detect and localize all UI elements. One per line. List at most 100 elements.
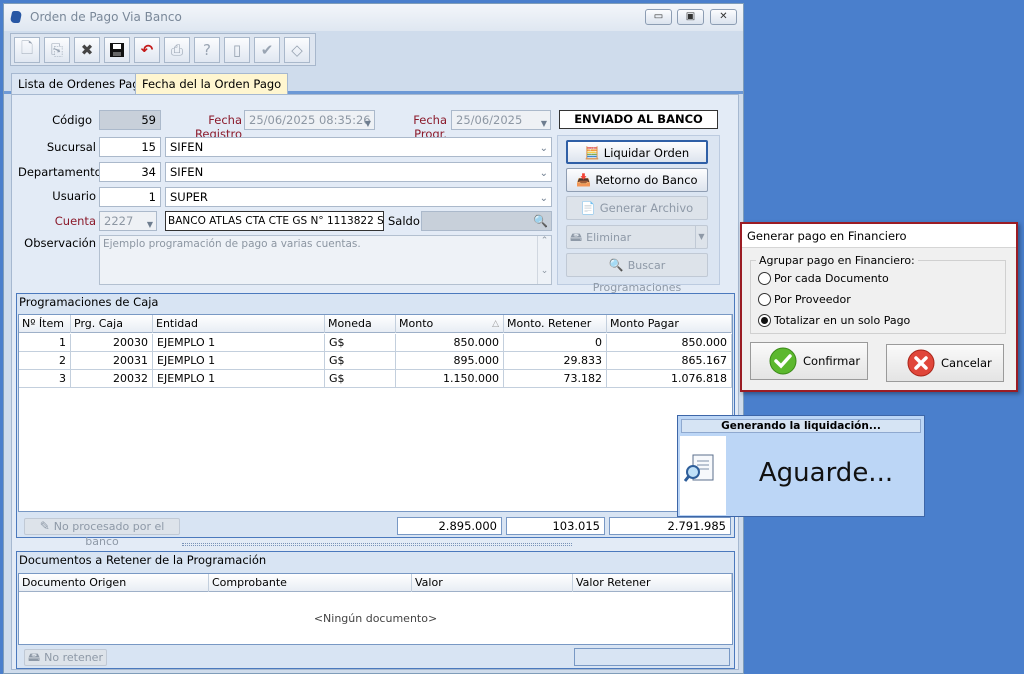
fecha-registro-field[interactable]: 25/06/2025 08:35:26 ▼	[244, 110, 375, 130]
new-icon[interactable]: 🗋	[14, 37, 40, 63]
cell-retener: 0	[504, 334, 607, 352]
col-header[interactable]: Documento Origen	[19, 574, 209, 592]
table-row[interactable]: 2 20031 EJEMPLO 1 G$ 895.000 29.833 865.…	[19, 352, 732, 370]
sort-icon: △	[492, 319, 499, 329]
option-totalizar[interactable]: Totalizar en un solo Pago	[756, 313, 996, 329]
radio-button[interactable]	[758, 293, 771, 306]
col-header[interactable]: Valor Retener	[573, 574, 732, 592]
cuenta-code: 2227	[104, 214, 134, 228]
title-bar[interactable]: Orden de Pago Via Banco ▭ ▣ ✕	[4, 4, 743, 31]
col-header-monto[interactable]: Monto △	[396, 315, 504, 333]
radio-button-selected[interactable]	[758, 314, 771, 327]
col-header[interactable]: Prg. Caja	[71, 315, 153, 333]
option-por-proveedor[interactable]: Por Proveedor	[756, 292, 996, 308]
sucursal-select[interactable]: SIFEN ⌄	[165, 137, 552, 157]
cell-entidad: EJEMPLO 1	[153, 370, 325, 388]
fecha-prog-value: 25/06/2025	[456, 113, 523, 127]
departamento-label: Departamento	[18, 165, 102, 179]
waiting-icon-area	[680, 436, 726, 515]
col-header[interactable]: Monto Pagar	[607, 315, 732, 333]
usuario-name: SUPER	[170, 190, 208, 204]
tab-lista-ordenes[interactable]: Lista de Ordenes Pago	[11, 73, 154, 94]
col-header[interactable]: Monto. Retener	[504, 315, 607, 333]
no-procesado-button[interactable]: ✎ No procesado por el banco	[24, 518, 180, 548]
table-row[interactable]: 3 20032 EJEMPLO 1 G$ 1.150.000 73.182 1.…	[19, 370, 732, 388]
cell-moneda: G$	[325, 370, 396, 388]
cell-moneda: G$	[325, 352, 396, 370]
calculator-icon: 🧮	[584, 146, 600, 160]
cell-item: 2	[19, 352, 71, 370]
col-header[interactable]: Comprobante	[209, 574, 412, 592]
disk-icon: 🖴	[570, 230, 583, 244]
cuenta-name-field[interactable]: BANCO ATLAS CTA CTE GS N° 1113822 SI	[165, 211, 384, 231]
table-row[interactable]: 1 20030 EJEMPLO 1 G$ 850.000 0 850.000	[19, 334, 732, 352]
saldo-field[interactable]: 🔍	[421, 211, 552, 231]
liquidar-orden-button[interactable]: 🧮 Liquidar Orden	[566, 140, 708, 164]
copy-icon[interactable]: ⎘	[44, 37, 70, 63]
col-header[interactable]: Moneda	[325, 315, 396, 333]
confirmar-label: Confirmar	[803, 354, 861, 368]
usuario-select[interactable]: SUPER ⌄	[165, 187, 552, 207]
option-por-documento[interactable]: Por cada Documento	[756, 271, 996, 287]
main-window: Orden de Pago Via Banco ▭ ▣ ✕ 🗋 ⎘ ✖ ↶ ⎙ …	[3, 3, 744, 674]
confirmar-button[interactable]: Confirmar	[750, 342, 868, 380]
save-icon[interactable]	[104, 37, 130, 63]
chevron-down-icon: ⌄	[539, 193, 548, 204]
option-label: Por Proveedor	[774, 293, 851, 306]
programaciones-title: Programaciones de Caja	[19, 295, 159, 309]
generar-archivo-label: Generar Archivo	[599, 201, 694, 215]
buscar-programaciones-button[interactable]: 🔍 Buscar Programaciones	[566, 253, 708, 294]
door-icon[interactable]: ▯	[224, 37, 250, 63]
observacion-scrollbar[interactable]: ⌃ ⌄	[537, 236, 551, 284]
splitter-handle[interactable]	[182, 543, 572, 546]
chevron-down-icon[interactable]: ▼	[695, 226, 707, 248]
buscar-programaciones-label: Buscar Programaciones	[592, 259, 682, 294]
cuenta-code-field[interactable]: 2227 ▼	[99, 211, 157, 231]
departamento-select[interactable]: SIFEN ⌄	[165, 162, 552, 182]
dialog-title: Generar pago en Financiero	[747, 229, 907, 243]
col-header[interactable]: Valor	[412, 574, 573, 592]
fecha-registro-value: 25/06/2025 08:35:26	[249, 113, 371, 127]
search-icon[interactable]: 🔍	[533, 212, 548, 230]
minimize-button[interactable]: ▭	[645, 9, 672, 25]
codigo-field[interactable]: 59	[99, 110, 161, 130]
cell-monto: 895.000	[396, 352, 504, 370]
fecha-prog-field[interactable]: 25/06/2025 ▼	[451, 110, 551, 130]
maximize-button[interactable]: ▣	[677, 9, 704, 25]
retorno-banco-button[interactable]: 📥 Retorno do Banco	[566, 168, 708, 192]
programaciones-grid: Nº Ítem Prg. Caja Entidad Moneda Monto △ …	[18, 314, 733, 512]
print-icon[interactable]: ⎙	[164, 37, 190, 63]
help-icon[interactable]: ?	[194, 37, 220, 63]
delete-icon[interactable]: ✖	[74, 37, 100, 63]
undo-icon[interactable]: ↶	[134, 37, 160, 63]
no-retener-button[interactable]: 🖴 No retener	[24, 649, 107, 666]
chevron-down-icon: ⌄	[539, 168, 548, 179]
chevron-down-icon: ▼	[146, 220, 153, 229]
usuario-label: Usuario	[52, 189, 96, 203]
documentos-total	[574, 648, 730, 666]
observacion-field[interactable]: Ejemplo programación de pago a varias cu…	[99, 235, 552, 285]
col-header[interactable]: Entidad	[153, 315, 325, 333]
close-button[interactable]: ✕	[710, 9, 737, 25]
status-badge: ENVIADO AL BANCO	[559, 110, 718, 129]
cancelar-button[interactable]: Cancelar	[886, 344, 1004, 382]
documentos-group: Documentos a Retener de la Programación …	[16, 551, 735, 669]
programaciones-group: Programaciones de Caja Nº Ítem Prg. Caja…	[16, 293, 735, 548]
eliminar-programacion-button[interactable]: 🖴Eliminar Programación▼	[566, 225, 708, 266]
usuario-code-field[interactable]: 1	[99, 187, 161, 207]
col-header[interactable]: Nº Ítem	[19, 315, 71, 333]
cell-moneda: G$	[325, 334, 396, 352]
sucursal-code-field[interactable]: 15	[99, 137, 161, 157]
dialog-title-bar[interactable]: Generar pago en Financiero	[742, 224, 1016, 248]
generar-archivo-button[interactable]: 📄 Generar Archivo	[566, 196, 708, 220]
cell-item: 3	[19, 370, 71, 388]
retorno-banco-label: Retorno do Banco	[595, 173, 698, 187]
radio-button[interactable]	[758, 272, 771, 285]
check-icon[interactable]: ✔	[254, 37, 280, 63]
tab-ficha-orden[interactable]: Fecha del la Orden Pago	[135, 73, 289, 94]
departamento-code-field[interactable]: 34	[99, 162, 161, 182]
grid-header: Nº Ítem Prg. Caja Entidad Moneda Monto △ …	[19, 315, 732, 333]
eraser-icon[interactable]: ◇	[284, 37, 310, 63]
sucursal-label: Sucursal	[46, 140, 96, 154]
cell-monto: 850.000	[396, 334, 504, 352]
